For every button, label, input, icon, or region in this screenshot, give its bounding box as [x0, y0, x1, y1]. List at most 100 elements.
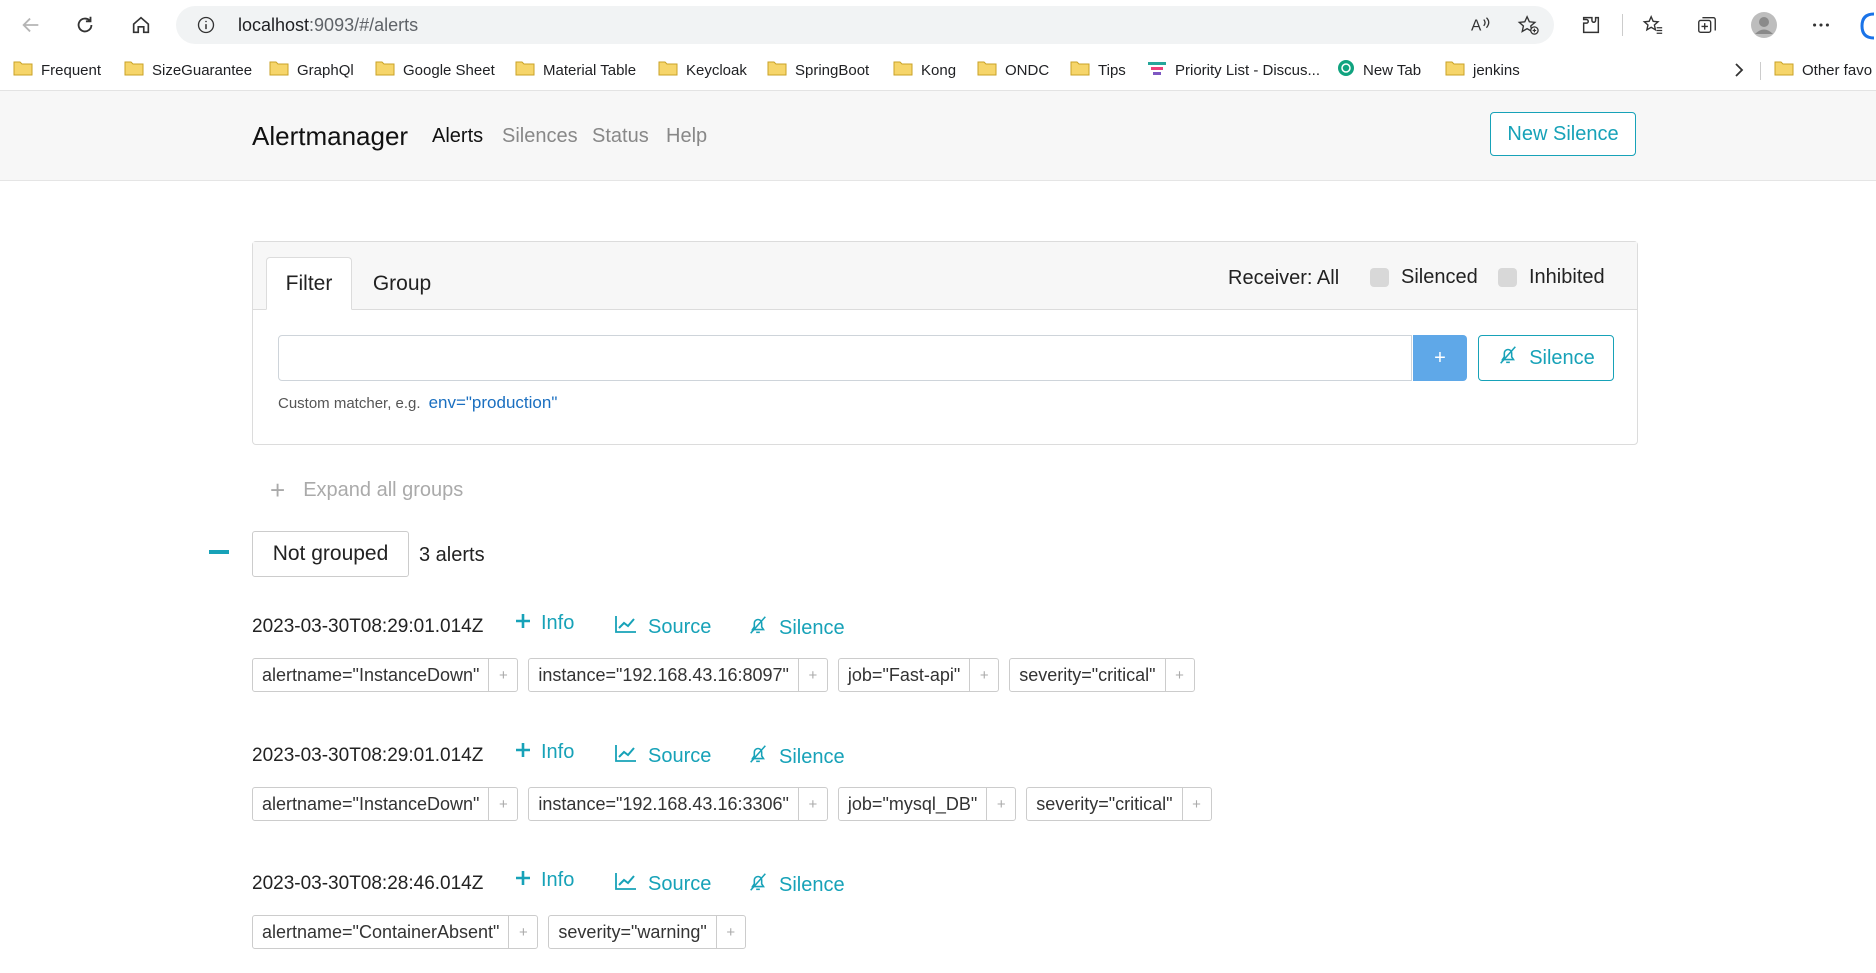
folder-icon — [269, 60, 297, 80]
folder-icon — [977, 60, 1005, 80]
folder-icon — [1070, 60, 1098, 80]
refresh-icon[interactable] — [68, 8, 102, 42]
filter-input[interactable] — [278, 335, 1412, 381]
bell-slash-icon — [747, 743, 779, 771]
info-button[interactable]: Info — [515, 869, 574, 892]
app-navbar: Alertmanager Alerts Silences Status Help… — [0, 91, 1876, 181]
source-button[interactable]: Source — [614, 743, 711, 769]
tab-group[interactable]: Group — [358, 257, 446, 310]
label-chip: alertname="InstanceDown" + — [252, 787, 519, 821]
info-icon[interactable] — [196, 15, 216, 40]
folder-icon — [13, 60, 41, 80]
line-chart-icon — [614, 871, 648, 897]
folder-icon — [893, 60, 921, 80]
bookmark-other-favorites[interactable]: Other favo — [1774, 58, 1872, 82]
bookmark-jenkins[interactable]: jenkins — [1445, 58, 1520, 82]
line-chart-icon — [614, 614, 648, 640]
alert-labels: alertname="ContainerAbsent" + severity="w… — [252, 915, 756, 949]
nav-help[interactable]: Help — [666, 125, 707, 148]
alert-labels: alertname="InstanceDown" + instance="192.… — [252, 658, 1205, 692]
address-bar[interactable]: localhost:9093/#/alerts A — [176, 6, 1554, 44]
expand-all-groups[interactable]: + Expand all groups — [270, 475, 463, 506]
silence-alert-button[interactable]: Silence — [747, 871, 845, 899]
favorites-icon[interactable] — [1636, 8, 1670, 42]
collections-icon[interactable] — [1690, 8, 1724, 42]
bookmark-material-table[interactable]: Material Table — [515, 58, 636, 82]
checkbox-box[interactable] — [1498, 268, 1517, 287]
inhibited-checkbox[interactable]: Inhibited — [1498, 266, 1605, 289]
plus-icon — [515, 612, 541, 635]
group-label[interactable]: Not grouped — [252, 531, 409, 577]
bookmark-graphql[interactable]: GraphQl — [269, 58, 354, 82]
bell-slash-icon — [1497, 344, 1529, 372]
folder-icon — [515, 60, 543, 80]
silence-filter-button[interactable]: Silence — [1478, 335, 1614, 381]
bookmark-ondc[interactable]: ONDC — [977, 58, 1049, 82]
filter-card-header: Filter Group Receiver: All Silenced Inhi… — [253, 242, 1637, 310]
brand-title[interactable]: Alertmanager — [252, 121, 408, 152]
source-button[interactable]: Source — [614, 871, 711, 897]
add-label-filter-button[interactable]: + — [969, 659, 998, 691]
add-matcher-button[interactable]: + — [1413, 335, 1467, 381]
bookmark-sizeguarantee[interactable]: SizeGuarantee — [124, 58, 252, 82]
matcher-example[interactable]: env="production" — [429, 393, 558, 412]
list-icon — [1147, 60, 1175, 80]
alert-labels: alertname="InstanceDown" + instance="192.… — [252, 787, 1222, 821]
bookmarks-overflow-chevron-icon[interactable] — [1733, 58, 1753, 82]
info-button[interactable]: Info — [515, 612, 574, 635]
alert-timestamp: 2023-03-30T08:29:01.014Z — [252, 616, 484, 637]
bookmark-springboot[interactable]: SpringBoot — [767, 58, 869, 82]
folder-icon — [124, 60, 152, 80]
checkbox-box[interactable] — [1370, 268, 1389, 287]
back-icon[interactable] — [14, 8, 48, 42]
collapse-group-icon[interactable] — [209, 550, 229, 554]
add-label-filter-button[interactable]: + — [797, 659, 827, 691]
add-label-filter-button[interactable]: + — [488, 659, 517, 691]
bookmark-frequent[interactable]: Frequent — [13, 58, 101, 82]
new-silence-button[interactable]: New Silence — [1490, 112, 1636, 156]
profile-avatar-icon[interactable] — [1747, 8, 1781, 42]
receiver-selector[interactable]: Receiver: All — [1228, 267, 1339, 290]
url-text: localhost:9093/#/alerts — [238, 15, 419, 35]
bookmark-kong[interactable]: Kong — [893, 58, 956, 82]
add-label-filter-button[interactable]: + — [715, 916, 745, 948]
nav-status[interactable]: Status — [592, 125, 649, 148]
bookmarks-divider — [1760, 62, 1761, 80]
bookmark-new-tab[interactable]: New Tab — [1337, 58, 1421, 82]
silence-alert-button[interactable]: Silence — [747, 743, 845, 771]
home-icon[interactable] — [124, 8, 158, 42]
copilot-icon[interactable] — [1858, 12, 1876, 45]
info-button[interactable]: Info — [515, 741, 574, 764]
bookmark-priority-list[interactable]: Priority List - Discus... — [1147, 58, 1320, 82]
svg-text:A: A — [1471, 17, 1482, 34]
add-label-filter-button[interactable]: + — [797, 788, 827, 820]
add-label-filter-button[interactable]: + — [488, 788, 517, 820]
silence-alert-button[interactable]: Silence — [747, 614, 845, 642]
nav-alerts[interactable]: Alerts — [432, 125, 483, 148]
more-menu-icon[interactable] — [1804, 8, 1838, 42]
add-favorite-icon[interactable] — [1516, 14, 1540, 41]
read-aloud-icon[interactable]: A — [1470, 15, 1492, 40]
browser-toolbar: localhost:9093/#/alerts A — [0, 0, 1876, 50]
source-button[interactable]: Source — [614, 614, 711, 640]
silenced-checkbox[interactable]: Silenced — [1370, 266, 1478, 289]
alert-timestamp: 2023-03-30T08:28:46.014Z — [252, 873, 484, 894]
bookmark-google-sheet[interactable]: Google Sheet — [375, 58, 495, 82]
openai-icon — [1337, 59, 1363, 81]
alert-timestamp: 2023-03-30T08:29:01.014Z — [252, 745, 484, 766]
bookmarks-bar: Frequent SizeGuarantee GraphQl Google Sh… — [0, 50, 1876, 91]
plus-icon — [515, 741, 541, 764]
label-chip: alertname="ContainerAbsent" + — [252, 915, 539, 949]
add-label-filter-button[interactable]: + — [986, 788, 1015, 820]
extensions-icon[interactable] — [1574, 8, 1608, 42]
nav-silences[interactable]: Silences — [502, 125, 578, 148]
bookmark-tips[interactable]: Tips — [1070, 58, 1126, 82]
bookmark-keycloak[interactable]: Keycloak — [658, 58, 747, 82]
tab-filter[interactable]: Filter — [266, 257, 352, 310]
folder-icon — [658, 60, 686, 80]
toolbar-divider — [1622, 14, 1623, 36]
add-label-filter-button[interactable]: + — [1181, 788, 1211, 820]
add-label-filter-button[interactable]: + — [1164, 659, 1194, 691]
add-label-filter-button[interactable]: + — [508, 916, 537, 948]
plus-icon — [515, 869, 541, 892]
